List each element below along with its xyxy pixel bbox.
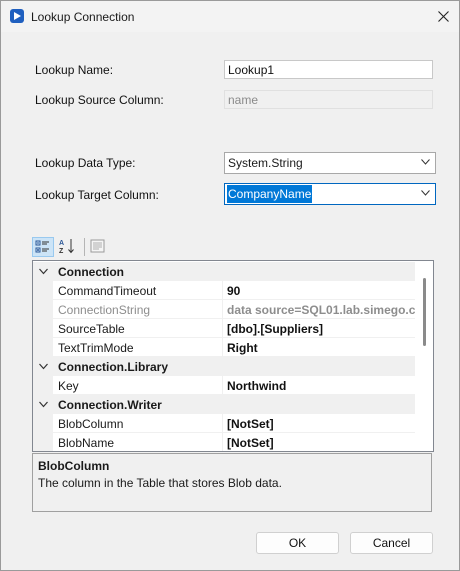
lookup-target-column-label: Lookup Target Column: [35, 188, 159, 202]
property-name: SourceTable [53, 319, 223, 338]
property-row[interactable]: TextTrimMode Right [33, 338, 415, 357]
lookup-data-type-select[interactable]: System.String [224, 152, 436, 174]
help-title: BlobColumn [38, 459, 110, 473]
chevron-down-icon [421, 190, 430, 196]
chevron-down-icon [421, 159, 430, 165]
lookup-name-label: Lookup Name: [35, 63, 114, 77]
title-bar: Lookup Connection [1, 1, 459, 32]
category-label: Connection.Writer [58, 398, 162, 412]
property-name: BlobName [53, 433, 223, 451]
lookup-data-type-label: Lookup Data Type: [35, 156, 136, 170]
lookup-source-column-label: Lookup Source Column: [35, 93, 164, 107]
property-value[interactable]: 90 [223, 281, 415, 300]
category-label: Connection.Library [58, 360, 169, 374]
property-name: CommandTimeout [53, 281, 223, 300]
scrollbar-thumb[interactable] [423, 278, 426, 346]
property-row[interactable]: ConnectionString data source=SQL01.lab.s… [33, 300, 415, 319]
category-row-connection-writer[interactable]: Connection.Writer [33, 395, 415, 414]
alphabetical-button[interactable]: A Z [57, 237, 79, 257]
close-icon [437, 11, 449, 22]
property-row[interactable]: Key Northwind [33, 376, 415, 395]
property-value[interactable]: [dbo].[Suppliers] [223, 319, 415, 338]
svg-text:A: A [59, 240, 64, 247]
property-name: ConnectionString [53, 300, 223, 319]
app-logo-icon [10, 9, 24, 23]
property-name: BlobColumn [53, 414, 223, 433]
lookup-name-input[interactable]: Lookup1 [224, 60, 433, 79]
collapse-icon[interactable] [39, 363, 48, 370]
property-row[interactable]: BlobName [NotSet] [33, 433, 415, 451]
ok-button[interactable]: OK [256, 532, 339, 554]
toolbar-separator [84, 238, 85, 256]
property-help-panel: BlobColumn The column in the Table that … [32, 453, 432, 512]
collapse-icon[interactable] [39, 401, 48, 408]
lookup-data-type-value: System.String [228, 156, 303, 170]
property-row[interactable]: CommandTimeout 90 [33, 281, 415, 300]
category-label: Connection [58, 265, 124, 279]
category-row-connection[interactable]: Connection [33, 262, 415, 281]
lookup-source-column-field: name [224, 90, 433, 109]
property-row[interactable]: BlobColumn [NotSet] [33, 414, 415, 433]
lookup-connection-dialog: Lookup Connection Lookup Name: Lookup1 L… [0, 0, 460, 571]
property-value[interactable]: data source=SQL01.lab.simego.com [223, 300, 415, 319]
property-grid-scrollbar[interactable] [416, 261, 433, 451]
property-pages-icon [90, 239, 105, 253]
categorized-icon [35, 240, 49, 253]
property-value[interactable]: Northwind [223, 376, 415, 395]
sort-az-icon: A Z [59, 239, 74, 255]
window-title: Lookup Connection [31, 10, 135, 24]
categorized-button[interactable] [32, 237, 54, 257]
category-row-connection-library[interactable]: Connection.Library [33, 357, 415, 376]
property-value[interactable]: [NotSet] [223, 433, 415, 451]
property-value[interactable]: [NotSet] [223, 414, 415, 433]
property-grid: Connection CommandTimeout 90 ConnectionS… [32, 260, 434, 452]
lookup-target-column-value: CompanyName [227, 185, 313, 203]
collapse-icon[interactable] [39, 268, 48, 275]
cancel-button[interactable]: Cancel [350, 532, 433, 554]
lookup-target-column-select[interactable]: CompanyName [224, 183, 436, 205]
close-button[interactable] [427, 1, 459, 32]
property-pages-button[interactable] [88, 237, 110, 257]
help-description: The column in the Table that stores Blob… [38, 476, 282, 490]
property-value[interactable]: Right [223, 338, 415, 357]
property-name: TextTrimMode [53, 338, 223, 357]
property-name: Key [53, 376, 223, 395]
property-row[interactable]: SourceTable [dbo].[Suppliers] [33, 319, 415, 338]
svg-text:Z: Z [59, 248, 64, 255]
